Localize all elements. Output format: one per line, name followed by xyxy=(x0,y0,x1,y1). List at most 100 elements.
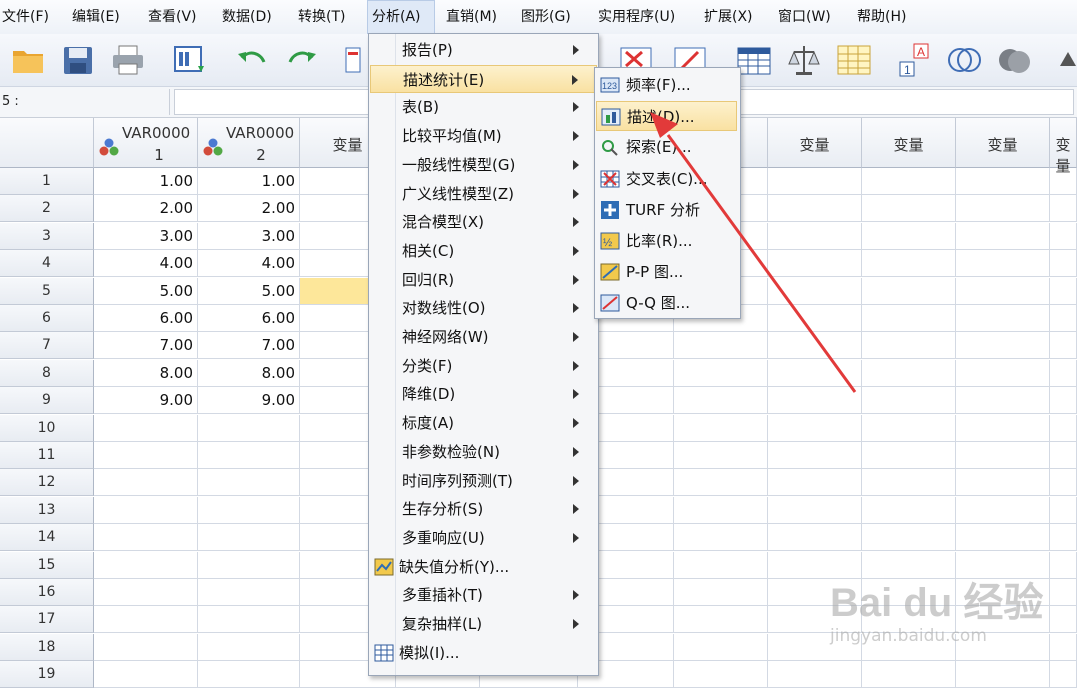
table-cell[interactable] xyxy=(768,661,862,688)
analyze-menu-item[interactable]: 时间序列预测(T) xyxy=(370,467,597,496)
table-cell[interactable]: 9.00 xyxy=(94,387,198,415)
table-cell[interactable] xyxy=(768,414,862,442)
table-cell[interactable] xyxy=(862,168,956,195)
table-cell[interactable] xyxy=(674,633,768,661)
table-cell[interactable] xyxy=(862,250,956,278)
table-cell[interactable] xyxy=(674,359,768,387)
table-cell[interactable] xyxy=(768,469,862,497)
table-cell[interactable] xyxy=(674,414,768,442)
table-cell[interactable] xyxy=(1050,359,1077,387)
row-header[interactable]: 7 xyxy=(0,332,94,360)
table-cell[interactable] xyxy=(1050,168,1077,195)
table-cell[interactable] xyxy=(674,661,768,688)
row-header[interactable]: 10 xyxy=(0,414,94,442)
table-cell[interactable] xyxy=(862,414,956,442)
table-cell[interactable] xyxy=(1050,442,1077,469)
table-cell[interactable] xyxy=(198,442,300,469)
row-header[interactable]: 4 xyxy=(0,250,94,278)
table-cell[interactable] xyxy=(768,524,862,552)
column-header-variable[interactable]: 变量 xyxy=(768,118,862,168)
column-header-var1[interactable]: VAR0000 1 xyxy=(94,118,198,168)
redo-icon[interactable] xyxy=(284,42,320,78)
table-cell[interactable] xyxy=(1050,305,1077,332)
table-cell[interactable] xyxy=(956,250,1050,278)
show-all-variables-icon[interactable] xyxy=(996,42,1032,78)
analyze-menu-item[interactable]: 降维(D) xyxy=(370,380,597,409)
table-cell[interactable] xyxy=(674,606,768,634)
table-cell[interactable] xyxy=(862,469,956,497)
table-cell[interactable] xyxy=(956,469,1050,497)
menu-edit[interactable]: 编辑(E) xyxy=(72,0,120,34)
table-cell[interactable]: 6.00 xyxy=(94,305,198,332)
table-cell[interactable] xyxy=(862,195,956,223)
descriptive-menu-item[interactable]: ½ 比率(R)... xyxy=(596,226,737,256)
analyze-menu-item[interactable]: 报告(P) xyxy=(370,36,597,65)
row-header[interactable]: 17 xyxy=(0,606,94,634)
table-cell[interactable] xyxy=(956,332,1050,360)
table-cell[interactable]: 6.00 xyxy=(198,305,300,332)
analyze-menu-item[interactable]: 多重响应(U) xyxy=(370,524,597,553)
table-cell[interactable]: 3.00 xyxy=(198,222,300,250)
menu-transform[interactable]: 转换(T) xyxy=(298,0,345,34)
save-icon[interactable] xyxy=(60,42,96,78)
table-cell[interactable] xyxy=(768,195,862,223)
table-cell[interactable] xyxy=(674,469,768,497)
variable-sets-icon[interactable] xyxy=(946,42,982,78)
table-cell[interactable]: 7.00 xyxy=(198,332,300,360)
table-cell[interactable]: 8.00 xyxy=(94,359,198,387)
table-cell[interactable] xyxy=(768,277,862,305)
table-cell[interactable] xyxy=(198,414,300,442)
table-cell[interactable] xyxy=(1050,387,1077,415)
table-cell[interactable] xyxy=(956,305,1050,332)
table-cell[interactable] xyxy=(94,496,198,524)
table-cell[interactable] xyxy=(674,579,768,606)
analyze-menu-item[interactable]: 描述统计(E) xyxy=(370,64,597,94)
table-cell[interactable] xyxy=(94,551,198,579)
table-cell[interactable] xyxy=(1050,606,1077,634)
table-cell[interactable] xyxy=(768,222,862,250)
table-cell[interactable]: 5.00 xyxy=(94,277,198,305)
value-labels-icon[interactable]: A1 xyxy=(896,42,932,78)
table-cell[interactable]: 8.00 xyxy=(198,359,300,387)
menu-view[interactable]: 查看(V) xyxy=(148,0,197,34)
table-cell[interactable] xyxy=(674,524,768,552)
menu-direct-marketing[interactable]: 直销(M) xyxy=(446,0,497,34)
analyze-menu-item[interactable]: 混合模型(X) xyxy=(370,208,597,237)
table-cell[interactable] xyxy=(1050,524,1077,552)
column-header-variable[interactable]: 变量 xyxy=(862,118,956,168)
spell-icon[interactable] xyxy=(1050,42,1077,78)
table-cell[interactable] xyxy=(1050,195,1077,223)
row-header[interactable]: 19 xyxy=(0,661,94,688)
menu-analyze[interactable]: 分析(A) xyxy=(367,0,435,34)
table-cell[interactable]: 3.00 xyxy=(94,222,198,250)
table-cell[interactable] xyxy=(956,222,1050,250)
table-cell[interactable] xyxy=(956,277,1050,305)
analyze-menu-item[interactable]: 广义线性模型(Z) xyxy=(370,180,597,209)
table-cell[interactable] xyxy=(198,551,300,579)
table-cell[interactable] xyxy=(956,496,1050,524)
table-cell[interactable]: 2.00 xyxy=(198,195,300,223)
table-cell[interactable] xyxy=(862,305,956,332)
menu-file[interactable]: 文件(F) xyxy=(2,0,49,34)
table-cell[interactable] xyxy=(1050,633,1077,661)
row-header[interactable]: 15 xyxy=(0,551,94,579)
table-cell[interactable] xyxy=(94,442,198,469)
table-cell[interactable] xyxy=(768,305,862,332)
descriptive-menu-item[interactable]: 描述(D)... xyxy=(596,101,737,132)
menu-extensions[interactable]: 扩展(X) xyxy=(704,0,753,34)
table-cell[interactable] xyxy=(862,442,956,469)
column-header-variable[interactable]: 变量 xyxy=(1050,118,1077,175)
open-folder-icon[interactable] xyxy=(10,42,46,78)
menu-window[interactable]: 窗口(W) xyxy=(778,0,831,34)
table-cell[interactable]: 1.00 xyxy=(198,168,300,195)
analyze-menu-item[interactable]: 复杂抽样(L) xyxy=(370,610,597,639)
table-cell[interactable] xyxy=(198,633,300,661)
table-cell[interactable] xyxy=(1050,222,1077,250)
analyze-menu-item[interactable]: 模拟(I)... xyxy=(370,639,597,668)
undo-icon[interactable] xyxy=(234,42,270,78)
split-file-icon[interactable] xyxy=(736,42,772,78)
row-header[interactable]: 5 xyxy=(0,277,94,305)
descriptive-menu-item[interactable]: P-P 图... xyxy=(596,257,737,287)
table-cell[interactable] xyxy=(198,579,300,606)
table-cell[interactable]: 4.00 xyxy=(94,250,198,278)
